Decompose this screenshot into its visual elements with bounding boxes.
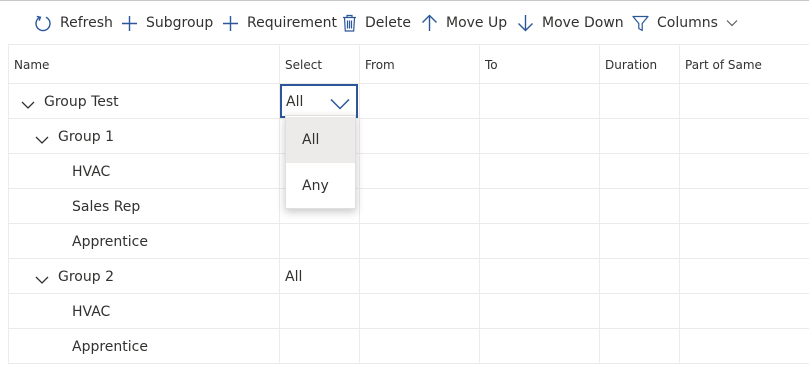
trash-icon: [342, 14, 357, 32]
collapse-chevron-icon[interactable]: [35, 270, 49, 284]
row-divider: [8, 328, 809, 329]
arrow-down-icon: [517, 14, 534, 32]
option-label: Any: [302, 178, 329, 194]
row-divider: [8, 363, 809, 364]
add-requirement-button[interactable]: Requirement: [222, 6, 337, 40]
row-name: Group 2: [58, 269, 114, 285]
move-down-button[interactable]: Move Down: [517, 6, 624, 40]
row-name: Apprentice: [72, 339, 148, 355]
requirement-label: Requirement: [247, 15, 338, 31]
delete-button[interactable]: Delete: [342, 6, 411, 40]
columns-button[interactable]: Columns: [632, 6, 738, 40]
command-bar: Refresh Subgroup Requirement Delete Move…: [0, 0, 809, 44]
row-name: HVAC: [72, 304, 111, 320]
select-option-any[interactable]: Any: [286, 163, 355, 209]
row-name: Sales Rep: [72, 199, 141, 215]
collapse-chevron-icon[interactable]: [35, 130, 49, 144]
collapse-chevron-icon[interactable]: [21, 95, 35, 109]
row-name: Apprentice: [72, 234, 148, 250]
arrow-up-icon: [421, 14, 438, 32]
refresh-button[interactable]: Refresh: [34, 6, 113, 40]
row-name: Group 1: [58, 129, 114, 145]
column-header-from[interactable]: From: [365, 58, 395, 72]
select-current-value: All: [286, 94, 304, 110]
columns-label: Columns: [657, 15, 718, 31]
refresh-label: Refresh: [60, 15, 113, 31]
move-down-label: Move Down: [542, 15, 624, 31]
plus-icon: [121, 15, 138, 32]
select-dropdown[interactable]: All: [280, 84, 358, 118]
column-divider: [479, 44, 480, 364]
subgroup-label: Subgroup: [146, 15, 214, 31]
move-up-button[interactable]: Move Up: [421, 6, 507, 40]
column-divider: [679, 44, 680, 364]
column-header-select[interactable]: Select: [285, 58, 322, 72]
row-name: HVAC: [72, 164, 111, 180]
row-divider: [8, 223, 809, 224]
column-header-part-of-same[interactable]: Part of Same: [685, 58, 762, 72]
row-divider: [8, 118, 809, 119]
column-divider: [359, 44, 360, 364]
filter-icon: [632, 15, 649, 32]
plus-icon: [222, 15, 239, 32]
select-options-list: All Any: [285, 115, 356, 209]
chevron-down-icon: [726, 19, 738, 27]
option-label: All: [302, 132, 320, 148]
row-divider: [8, 153, 809, 154]
row-divider: [8, 188, 809, 189]
select-option-all[interactable]: All: [286, 117, 355, 163]
delete-label: Delete: [365, 15, 411, 31]
column-header-name[interactable]: Name: [14, 58, 49, 72]
column-header-duration[interactable]: Duration: [605, 58, 657, 72]
move-up-label: Move Up: [446, 15, 508, 31]
chevron-down-icon: [330, 95, 350, 114]
select-value[interactable]: All: [285, 269, 302, 285]
row-name: Group Test: [44, 94, 119, 110]
add-subgroup-button[interactable]: Subgroup: [121, 6, 213, 40]
column-divider: [599, 44, 600, 364]
refresh-icon: [34, 14, 52, 32]
column-header-to[interactable]: To: [485, 58, 498, 72]
row-divider: [8, 293, 809, 294]
row-divider: [8, 258, 809, 259]
row-divider: [8, 83, 809, 84]
